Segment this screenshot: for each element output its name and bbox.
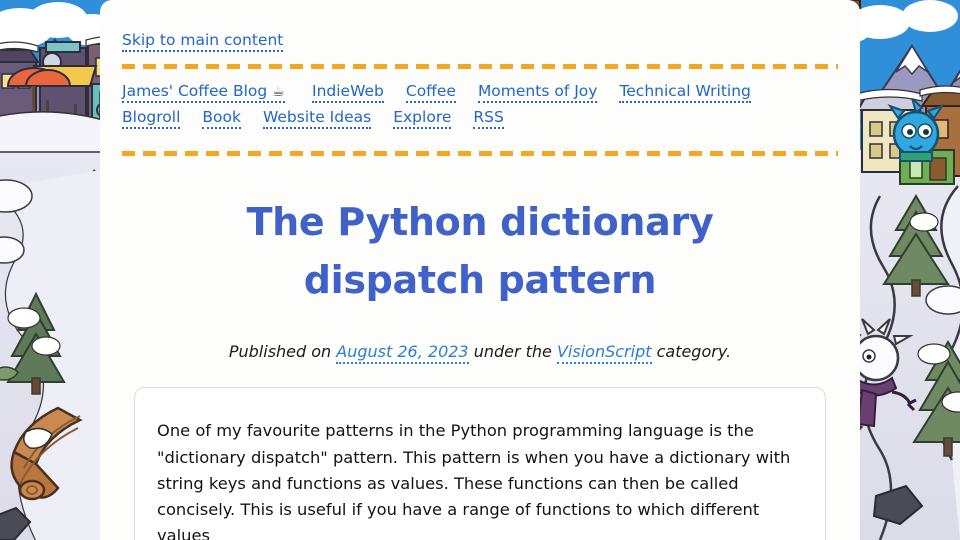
divider-bottom	[122, 150, 838, 156]
nav-item-coffee[interactable]: Coffee	[405, 82, 456, 103]
nav-item-rss[interactable]: RSS	[473, 108, 504, 130]
nav-list: James' Coffee Blog ☕ IndieWeb Coffee Mom…	[122, 82, 812, 130]
nav-label-james-coffee-blog: James' Coffee Blog	[122, 82, 268, 100]
nav-link-james-coffee-blog[interactable]: James' Coffee Blog ☕	[122, 82, 285, 103]
nav-link-rss[interactable]: RSS	[473, 108, 504, 130]
nav-item-indieweb[interactable]: IndieWeb	[312, 82, 384, 103]
nav-link-indieweb[interactable]: IndieWeb	[312, 82, 384, 103]
nav-item-james-coffee-blog[interactable]: James' Coffee Blog ☕	[122, 82, 290, 103]
category-link[interactable]: VisionScript	[556, 342, 652, 365]
byline-middle: under the	[468, 342, 557, 362]
nav-link-explore[interactable]: Explore	[393, 108, 452, 130]
skip-to-main-content-link[interactable]: Skip to main content	[122, 31, 284, 52]
nav-item-technical-writing[interactable]: Technical Writing	[619, 82, 751, 103]
nav-item-book[interactable]: Book	[202, 108, 241, 130]
nav-link-technical-writing[interactable]: Technical Writing	[619, 82, 751, 103]
content-panel: Skip to main content James' Coffee Blog …	[100, 0, 860, 540]
byline: Published on August 26, 2023 under the V…	[120, 342, 840, 365]
site-navigation: James' Coffee Blog ☕ IndieWeb Coffee Mom…	[120, 69, 840, 139]
nav-link-book[interactable]: Book	[202, 108, 241, 130]
nav-item-explore[interactable]: Explore	[393, 108, 452, 130]
coffee-cup-icon: ☕	[272, 84, 285, 100]
nav-link-coffee[interactable]: Coffee	[405, 82, 456, 103]
nav-item-website-ideas[interactable]: Website Ideas	[262, 108, 372, 130]
article-body: One of my favourite patterns in the Pyth…	[157, 421, 791, 540]
publish-date-link[interactable]: August 26, 2023	[336, 342, 469, 365]
nav-item-blogroll[interactable]: Blogroll	[122, 108, 181, 130]
byline-prefix: Published on	[228, 342, 337, 362]
nav-link-website-ideas[interactable]: Website Ideas	[262, 108, 372, 130]
nav-link-blogroll[interactable]: Blogroll	[122, 108, 181, 130]
nav-item-moments-of-joy[interactable]: Moments of Joy	[477, 82, 598, 103]
nav-link-moments-of-joy[interactable]: Moments of Joy	[477, 82, 598, 103]
byline-suffix: category.	[651, 342, 732, 362]
article-card: One of my favourite patterns in the Pyth…	[134, 387, 826, 540]
page-title: The Python dictionary dispatch pattern	[246, 199, 714, 302]
